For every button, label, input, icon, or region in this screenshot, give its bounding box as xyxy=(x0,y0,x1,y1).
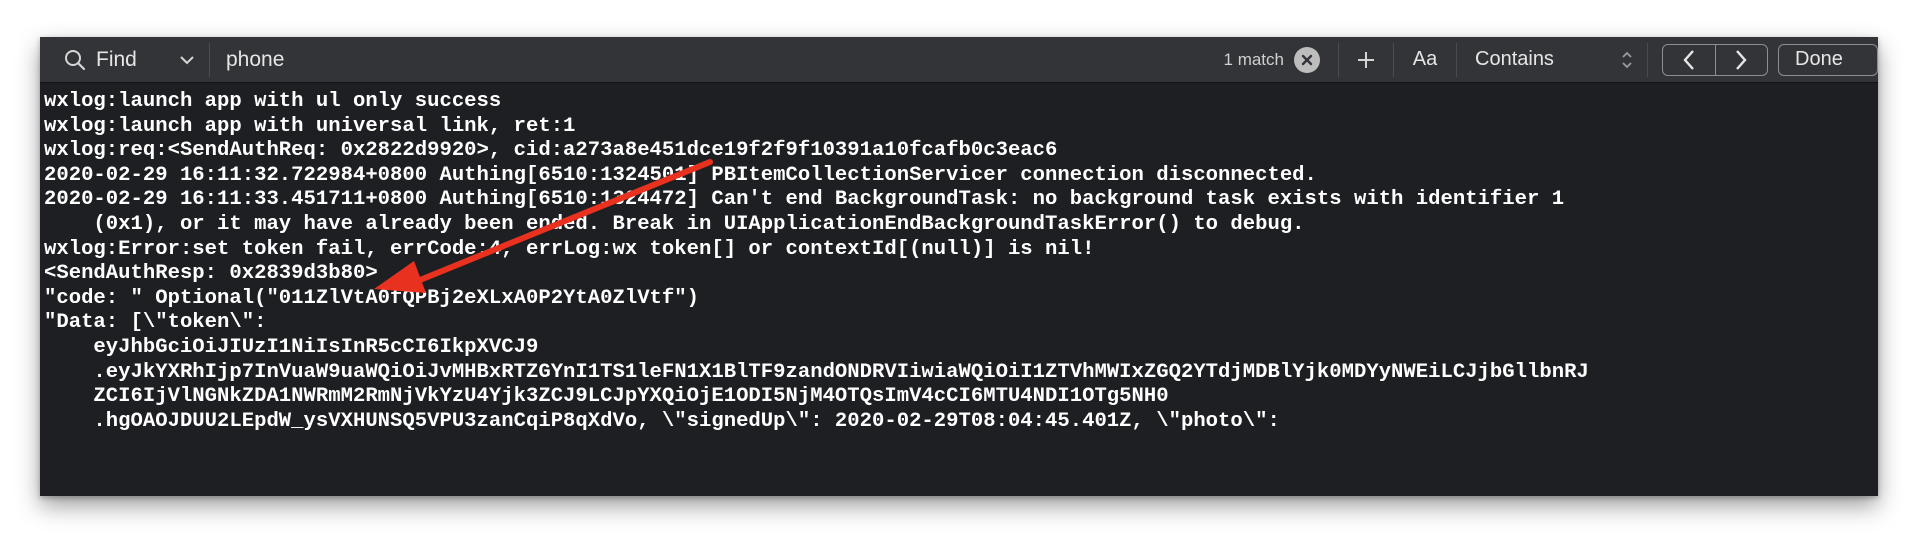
console-line: wxlog:launch app with universal link, re… xyxy=(44,114,576,138)
search-icon xyxy=(64,49,86,71)
console-line: .eyJkYXRhIjp7InVuaW9uaWQiOiJvMHBxRTZGYnI… xyxy=(44,360,1589,384)
search-input[interactable]: phone 1 match xyxy=(210,43,1338,77)
console-line: 2020-02-29 16:11:32.722984+0800 Authing[… xyxy=(44,163,1317,187)
find-mode-dropdown[interactable]: Find xyxy=(52,42,210,77)
console-line: .hgOAOJDUU2LEpdW_ysVXHUNSQ5VPU3zanCqiP8q… xyxy=(44,409,1280,433)
close-icon xyxy=(1301,54,1313,65)
match-type-label: Contains xyxy=(1475,48,1554,70)
plus-icon xyxy=(1358,51,1374,68)
console-line: ZCI6IjVlNGNkZDA1NWRmM2RmNjVkYzU4Yjk3ZCJ9… xyxy=(44,385,1169,409)
add-pattern-button[interactable] xyxy=(1339,43,1393,77)
find-bar: Find phone 1 match Aa Contains Done xyxy=(40,37,1878,83)
console-line: <SendAuthResp: 0x2839d3b80> xyxy=(44,262,378,286)
chevron-down-icon xyxy=(179,55,195,65)
console-line: 2020-02-29 16:11:33.451711+0800 Authing[… xyxy=(44,188,1565,212)
next-match-button[interactable] xyxy=(1714,44,1768,75)
chevron-left-icon xyxy=(1683,49,1694,70)
match-case-button[interactable]: Aa xyxy=(1394,43,1456,77)
chevron-right-icon xyxy=(1736,49,1747,70)
console-output[interactable]: wxlog:launch app with ul only success wx… xyxy=(40,83,1878,496)
clear-search-button[interactable] xyxy=(1294,46,1320,73)
previous-match-button[interactable] xyxy=(1663,45,1715,75)
match-type-select[interactable]: Contains xyxy=(1457,43,1647,77)
console-line: "code: " Optional("011ZlVtA0fQPBj2eXLxA0… xyxy=(44,286,699,310)
debug-console-window: Find phone 1 match Aa Contains Done wxlo… xyxy=(40,37,1878,496)
console-line: "Data: [\"token\": xyxy=(44,311,267,335)
console-line: (0x1), or it may have already been ended… xyxy=(44,212,1305,236)
done-button[interactable]: Done xyxy=(1778,43,1878,76)
chevron-updown-icon xyxy=(1621,50,1633,70)
console-line: wxlog:launch app with ul only success xyxy=(44,90,502,113)
match-count: 1 match xyxy=(1223,49,1284,69)
divider xyxy=(1647,42,1648,77)
console-line: wxlog:Error:set token fail, errCode:4, e… xyxy=(44,237,1095,261)
console-line: wxlog:req:<SendAuthReq: 0x2822d9920>, ci… xyxy=(44,139,1058,163)
match-navigation xyxy=(1662,43,1768,76)
search-query-text: phone xyxy=(226,47,285,71)
find-mode-label: Find xyxy=(96,47,137,71)
console-line: eyJhbGciOiJIUzI1NiIsInR5cCI6IkpXVCJ9 xyxy=(44,335,539,359)
